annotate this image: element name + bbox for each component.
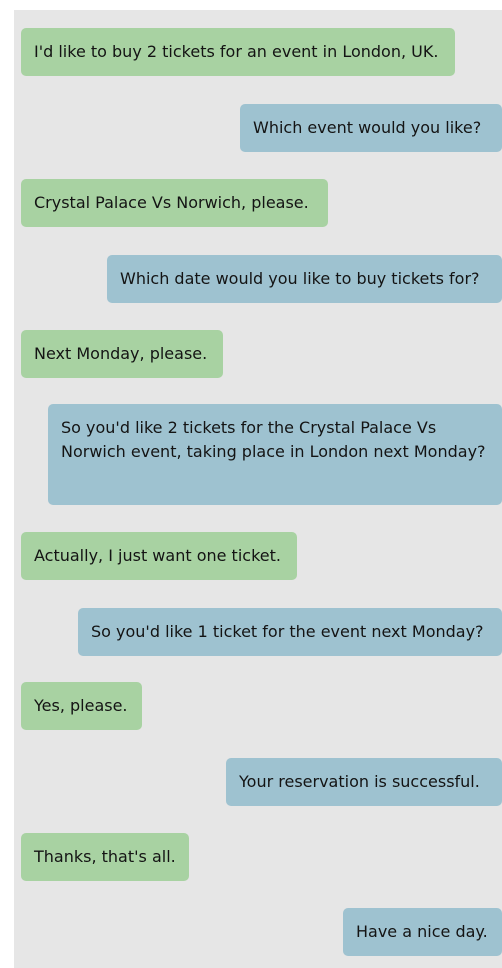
system-message: Have a nice day. xyxy=(343,908,502,956)
system-message: Your reservation is successful. xyxy=(226,758,502,806)
system-message: Which event would you like? xyxy=(240,104,502,152)
system-message: So you'd like 2 tickets for the Crystal … xyxy=(48,404,502,505)
system-message: So you'd like 1 ticket for the event nex… xyxy=(78,608,502,656)
user-message: I'd like to buy 2 tickets for an event i… xyxy=(21,28,455,76)
user-message: Next Monday, please. xyxy=(21,330,223,378)
user-message: Actually, I just want one ticket. xyxy=(21,532,297,580)
chat-transcript: I'd like to buy 2 tickets for an event i… xyxy=(14,10,502,968)
user-message: Crystal Palace Vs Norwich, please. xyxy=(21,179,328,227)
user-message: Thanks, that's all. xyxy=(21,833,189,881)
system-message: Which date would you like to buy tickets… xyxy=(107,255,502,303)
user-message: Yes, please. xyxy=(21,682,142,730)
